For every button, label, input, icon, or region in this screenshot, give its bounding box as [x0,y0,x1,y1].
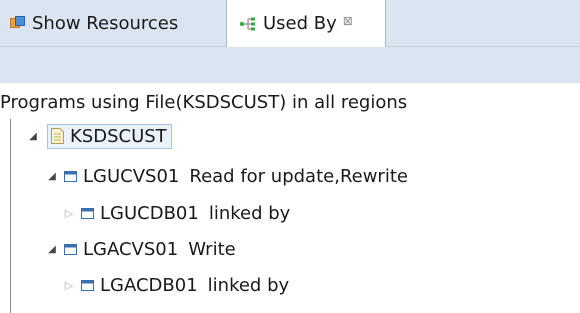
tree-node-name: LGUCVS01 [83,165,180,187]
tree-node-detail: Read for update,Rewrite [189,165,408,187]
collapse-toggle-icon[interactable]: ▷ [63,207,75,220]
tree-node-detail: linked by [207,274,290,296]
program-icon [64,243,77,255]
tab-used-by[interactable]: Used By ⊠ [226,0,386,47]
tree-node-name: LGUCDB01 [100,202,199,224]
tree-root-selection[interactable]: KSDSCUST [47,123,172,149]
tab-show-resources[interactable]: Show Resources [0,0,226,46]
program-icon [64,170,77,182]
expand-toggle-icon[interactable]: ◢ [46,244,58,255]
tree-node-lgucdb01[interactable]: ▷ LGUCDB01 linked by [63,198,291,228]
tree-node-lgacvs01[interactable]: ◢ LGACVS01 Write [46,234,236,264]
expand-toggle-icon[interactable]: ◢ [27,131,39,142]
collapse-toggle-icon[interactable]: ▷ [63,279,75,292]
view-heading: Programs using File(KSDSCUST) in all reg… [0,92,408,113]
tree-node-lgucvs01[interactable]: ◢ LGUCVS01 Read for update,Rewrite [46,161,408,191]
tree-node-lgacdb01[interactable]: ▷ LGACDB01 linked by [63,270,289,300]
tree-root-row[interactable]: ◢ KSDSCUST [27,121,172,151]
resources-icon [10,16,26,30]
program-icon [81,279,94,291]
expand-toggle-icon[interactable]: ◢ [46,171,58,182]
view-toolbar-area [0,47,580,83]
tree-node-name: LGACDB01 [100,274,198,296]
used-by-tree-icon [239,16,257,32]
tree-root-label: KSDSCUST [70,125,167,147]
tree-left-border [10,119,11,313]
tab-used-by-label: Used By [263,13,337,34]
program-icon [81,207,94,219]
file-document-icon [51,128,64,144]
close-icon[interactable]: ⊠ [343,14,353,28]
tree-node-name: LGACVS01 [83,238,179,260]
tree-node-detail: Write [188,238,236,260]
view-tab-bar: Show Resources Used By ⊠ [0,0,580,47]
tab-show-resources-label: Show Resources [32,12,179,34]
tree-node-detail: linked by [208,202,291,224]
